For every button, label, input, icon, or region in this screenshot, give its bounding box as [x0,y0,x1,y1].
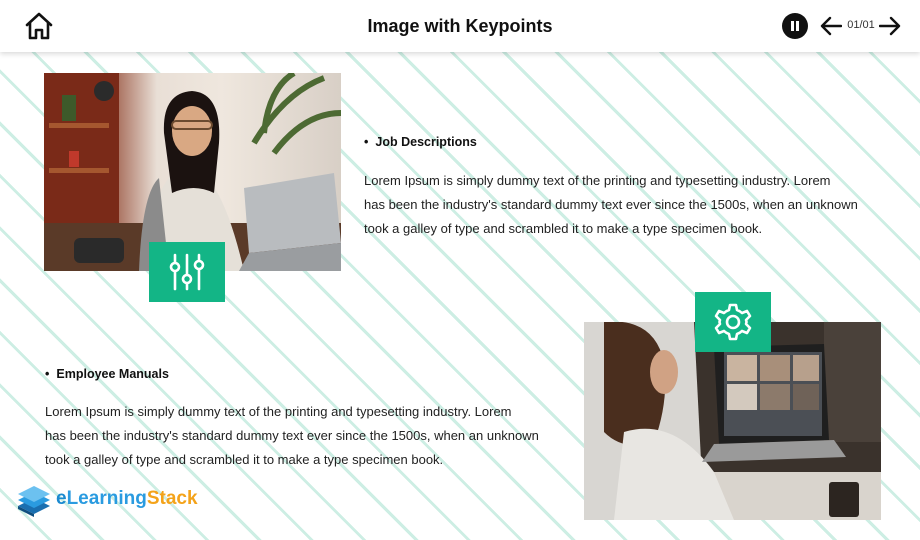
description-line: has been the industry's standard dummy t… [45,428,539,443]
keypoint-title-1: • Job Descriptions [364,135,477,149]
sliders-badge [149,242,225,302]
keypoint-title-text: Employee Manuals [56,367,169,381]
description-line: took a galley of type and scrambled it t… [45,452,444,467]
logo-text-e: e [56,488,67,509]
sliders-icon [169,253,205,291]
top-bar: Image with Keypoints 01/01 [0,0,920,52]
keypoint-title-2: • Employee Manuals [45,367,169,381]
gear-icon [714,303,752,341]
keypoint-description-2: Lorem Ipsum is simply dummy text of the … [45,400,555,472]
keypoint-description-1: Lorem Ipsum is simply dummy text of the … [364,169,874,241]
description-line: Lorem Ipsum is simply dummy text of the … [364,173,831,188]
bullet-icon: • [364,135,369,149]
logo-text-learning: Learning [66,488,147,509]
logo-stack-icon [18,486,50,517]
bullet-icon: • [45,367,50,381]
gear-badge [695,292,771,352]
arrow-right-icon[interactable] [879,16,901,36]
pause-button[interactable] [782,13,808,39]
page-counter: 01/01 [847,19,875,31]
description-line: took a galley of type and scrambled it t… [364,221,763,236]
elearningstack-logo: eLearningStack [14,484,214,518]
arrow-left-icon[interactable] [820,16,842,36]
logo-text: eLearningStack [56,488,198,510]
description-line: Lorem Ipsum is simply dummy text of the … [45,404,512,419]
keypoint-title-text: Job Descriptions [375,135,477,149]
description-line: has been the industry's standard dummy t… [364,197,858,212]
logo-text-stack: Stack [146,488,198,509]
home-icon[interactable] [24,11,54,41]
